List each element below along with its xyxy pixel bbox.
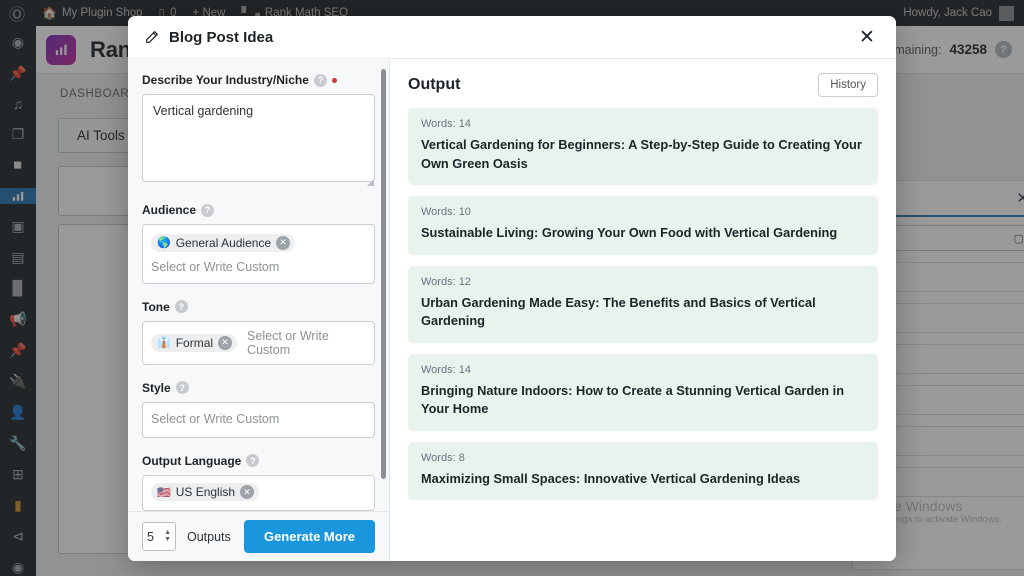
audience-placeholder[interactable]: Select or Write Custom: [151, 260, 366, 274]
outputs-value: 5: [147, 529, 154, 544]
output-text: Sustainable Living: Growing Your Own Foo…: [421, 225, 838, 241]
field-label: Describe Your Industry/Niche ?: [142, 73, 375, 87]
word-count: Words: 12: [421, 275, 471, 288]
stepper-arrows[interactable]: ▲ ▼: [164, 529, 171, 543]
flag-us-icon: 🇺🇸: [157, 486, 171, 499]
modal-body: Describe Your Industry/Niche ? Audience: [128, 59, 896, 561]
field-label: Style ?: [142, 381, 375, 395]
generate-more-button[interactable]: Generate More: [243, 520, 375, 553]
chip-general-audience[interactable]: 🌎 General Audience ✕: [151, 233, 296, 252]
globe-icon: 🌎: [157, 237, 171, 249]
output-title: Output: [408, 76, 461, 93]
word-count: Words: 14: [421, 118, 471, 130]
output-card[interactable]: Words: 8 Maximizing Small Spaces: Innova…: [408, 441, 878, 501]
chip-remove-icon[interactable]: ✕: [240, 485, 255, 499]
style-select[interactable]: Select or Write Custom: [142, 401, 375, 438]
form-footer: 5 ▲ ▼ Outputs Generate More: [128, 511, 389, 561]
help-icon[interactable]: ?: [313, 73, 327, 87]
style-label: Style: [142, 380, 171, 395]
industry-input[interactable]: [142, 94, 375, 182]
outputs-stepper[interactable]: 5 ▲ ▼: [142, 522, 176, 551]
output-text: Vertical Gardening for Beginners: A Step…: [421, 137, 862, 171]
chip-label: General Audience: [175, 235, 272, 250]
output-card[interactable]: Words: 12 Urban Gardening Made Easy: The…: [408, 265, 878, 343]
blog-post-idea-modal: Blog Post Idea ✕ Describe Your Industry/…: [128, 16, 896, 561]
field-industry: Describe Your Industry/Niche ?: [142, 73, 375, 187]
audience-label: Audience: [142, 203, 197, 217]
tone-placeholder[interactable]: Select or Write Custom: [247, 329, 366, 357]
word-count: Words: 8: [421, 451, 465, 464]
chip-formal[interactable]: 👔 Formal ✕: [151, 333, 238, 352]
output-language-select[interactable]: 🇺🇸 US English ✕: [142, 474, 375, 511]
word-count: Words: 14: [421, 363, 471, 376]
audience-select[interactable]: 🌎 General Audience ✕ Select or Write Cus…: [142, 224, 375, 284]
field-style: Style ? Select or Write Custom: [142, 381, 375, 438]
form-scrollbar[interactable]: [381, 69, 386, 479]
chip-label: US English: [175, 485, 236, 499]
field-label: Audience ?: [142, 203, 375, 217]
industry-label: Describe Your Industry/Niche: [142, 73, 309, 87]
outputs-label: Outputs: [187, 529, 231, 544]
output-card[interactable]: Words: 10 Sustainable Living: Growing Yo…: [408, 196, 878, 255]
chip-remove-icon[interactable]: ✕: [218, 335, 233, 350]
chip-label: Formal: [175, 335, 214, 350]
chip-remove-icon[interactable]: ✕: [276, 235, 291, 250]
field-output-language: Output Language ? 🇺🇸 US English ✕: [142, 454, 375, 511]
output-card[interactable]: Words: 14 Vertical Gardening for Beginne…: [408, 108, 878, 186]
help-icon[interactable]: ?: [201, 203, 215, 217]
word-count: Words: 10: [421, 206, 471, 219]
output-pane: Output History Words: 14 Vertical Garden…: [390, 59, 896, 561]
output-card[interactable]: Words: 14 Bringing Nature Indoors: How t…: [408, 353, 878, 431]
tone-label: Tone: [142, 299, 170, 314]
tie-icon: 👔: [157, 337, 171, 349]
modal-title: Blog Post Idea: [169, 28, 274, 46]
tone-select[interactable]: 👔 Formal ✕ Select or Write Custom: [142, 320, 375, 365]
help-icon[interactable]: ?: [246, 454, 260, 467]
close-icon[interactable]: ✕: [854, 24, 880, 50]
edit-pencil-icon: [144, 29, 160, 45]
help-icon[interactable]: ?: [175, 381, 189, 394]
help-icon[interactable]: ?: [174, 300, 188, 313]
resize-handle-icon[interactable]: [367, 179, 374, 186]
chip-us-english[interactable]: 🇺🇸 US English ✕: [151, 483, 260, 501]
field-audience: Audience ? 🌎 General Audience ✕ Select o…: [142, 203, 375, 284]
output-text: Bringing Nature Indoors: How to Create a…: [421, 382, 845, 417]
modal-header: Blog Post Idea ✕: [128, 16, 896, 59]
output-header: Output History: [408, 73, 878, 97]
output-language-label: Output Language: [142, 453, 242, 468]
output-text: Urban Gardening Made Easy: The Benefits …: [421, 294, 816, 329]
history-button[interactable]: History: [818, 73, 878, 97]
chevron-down-icon[interactable]: ▼: [164, 536, 171, 543]
screen: Rank Math emaining: 43258 ? DASHBOARD / …: [0, 0, 1024, 576]
field-label: Tone ?: [142, 300, 375, 314]
field-label: Output Language ?: [142, 454, 375, 468]
form-scroll-area: Describe Your Industry/Niche ? Audience: [128, 59, 389, 511]
output-text: Maximizing Small Spaces: Innovative Vert…: [421, 470, 801, 486]
form-pane: Describe Your Industry/Niche ? Audience: [128, 59, 390, 561]
style-placeholder[interactable]: Select or Write Custom: [151, 412, 279, 426]
field-tone: Tone ? 👔 Formal ✕ Select or Write Custom: [142, 300, 375, 365]
required-dot-icon: [331, 77, 337, 83]
